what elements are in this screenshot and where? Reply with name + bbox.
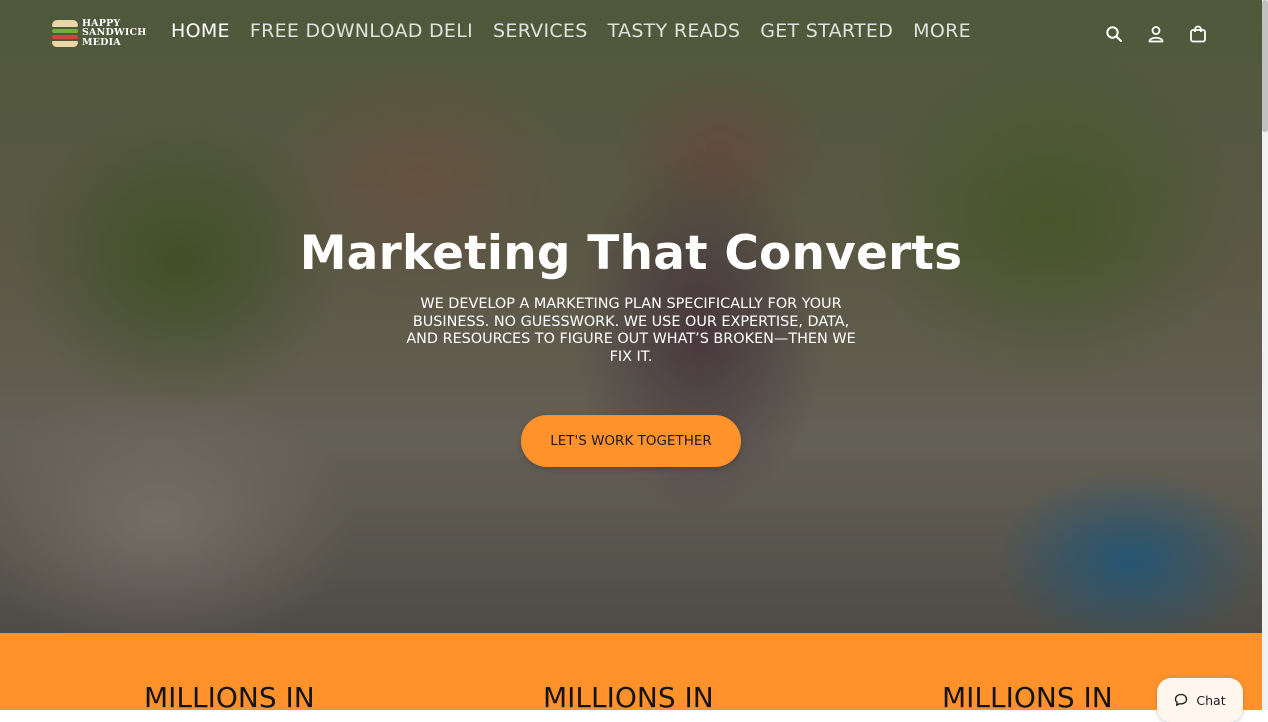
nav-item-get-started[interactable]: GET STARTED [760,20,893,42]
scrollbar[interactable] [1262,0,1268,710]
site-header: HAPPY SANDWICH MEDIA HOME FREE DOWNLOAD … [0,0,1262,68]
nav-item-home[interactable]: HOME [171,20,230,42]
stat-heading: MILLIONS IN [942,681,1113,710]
search-icon[interactable] [1104,24,1124,44]
nav-item-more[interactable]: MORE [913,20,971,42]
stat-heading: MILLIONS IN [543,681,714,710]
nav-item-free-download-deli[interactable]: FREE DOWNLOAD DELI [250,20,473,42]
header-icons [1104,24,1208,44]
logo[interactable]: HAPPY SANDWICH MEDIA [52,18,146,48]
logo-text: HAPPY SANDWICH MEDIA [82,19,146,48]
nav-item-tasty-reads[interactable]: TASTY READS [608,20,741,42]
stat-heading: MILLIONS IN [144,681,315,710]
main-nav: HOME FREE DOWNLOAD DELI SERVICES TASTY R… [171,20,971,42]
chat-bubble-icon [1175,693,1188,706]
chat-label: Chat [1196,693,1226,708]
chat-button[interactable]: Chat [1157,678,1243,722]
cart-icon[interactable] [1188,24,1208,44]
sandwich-logo-icon [52,18,78,48]
nav-item-services[interactable]: SERVICES [493,20,588,42]
hero-subtitle: WE DEVELOP A MARKETING PLAN SPECIFICALLY… [406,296,856,365]
scrollbar-thumb[interactable] [1262,0,1268,132]
logo-line-3: MEDIA [82,36,121,48]
stats-band: MILLIONS IN MILLIONS IN MILLIONS IN [0,633,1262,710]
account-icon[interactable] [1146,24,1166,44]
hero-title: Marketing That Converts [299,226,963,281]
work-together-button[interactable]: LET'S WORK TOGETHER [521,415,741,467]
